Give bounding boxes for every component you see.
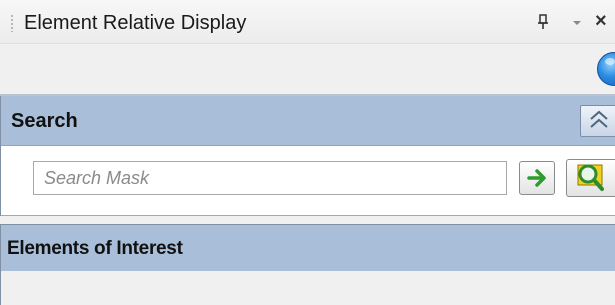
grip-icon[interactable] [10, 14, 14, 32]
panel-gap [0, 216, 615, 224]
search-row [1, 146, 615, 216]
interest-panel-header: Elements of Interest [1, 225, 615, 271]
window-menu-button[interactable] [570, 12, 584, 32]
pin-button[interactable] [535, 12, 551, 32]
window-title: Element Relative Display [24, 12, 247, 34]
chevron-down-icon [573, 21, 581, 25]
close-icon: × [595, 10, 607, 32]
collapse-button[interactable] [580, 105, 615, 137]
help-icon[interactable] [597, 52, 615, 86]
double-chevron-up-icon [590, 110, 608, 128]
magnifier-icon [577, 164, 604, 191]
arrow-right-icon [527, 169, 546, 187]
close-button[interactable]: × [595, 8, 615, 34]
search-panel-header: Search [1, 96, 615, 146]
toolbar [0, 44, 615, 94]
pin-icon [538, 14, 548, 29]
title-bar: Element Relative Display × [0, 0, 615, 44]
interest-panel-title: Elements of Interest [7, 238, 183, 259]
go-button[interactable] [519, 161, 555, 195]
search-panel-title: Search [11, 110, 78, 132]
search-input[interactable] [33, 161, 507, 195]
search-panel: Search [0, 96, 615, 216]
interest-panel: Elements of Interest [0, 224, 615, 305]
find-button[interactable] [566, 159, 615, 197]
